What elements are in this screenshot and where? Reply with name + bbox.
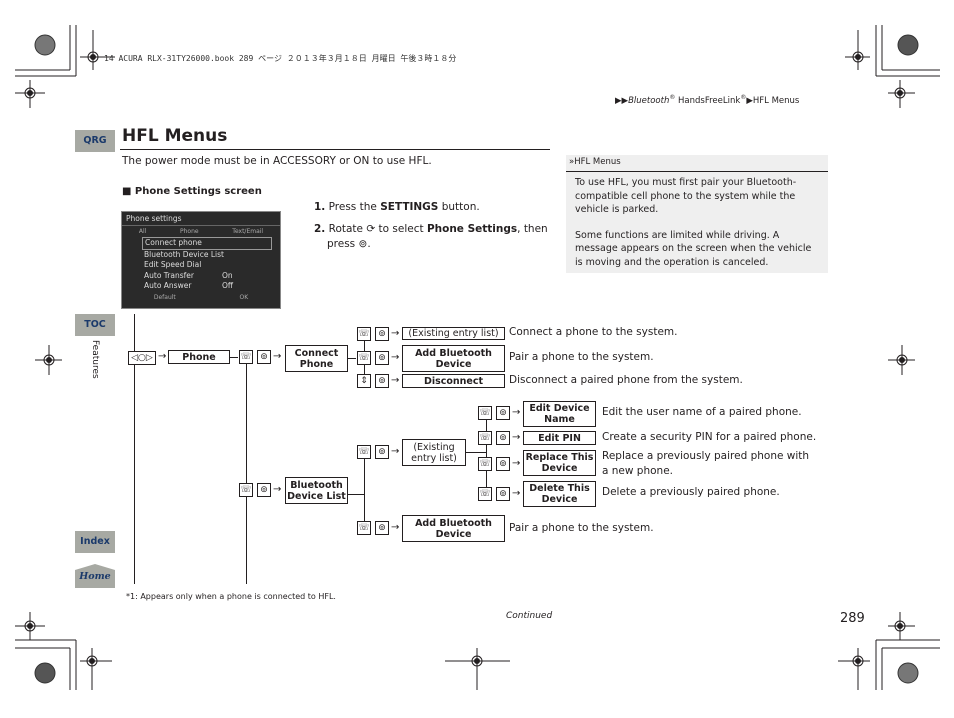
menu-delete-this-device[interactable]: Delete This Device	[523, 481, 596, 507]
desc-delete: Delete a previously paired phone.	[602, 486, 780, 498]
desc-edit-name: Edit the user name of a paired phone.	[602, 406, 802, 418]
connector	[348, 358, 356, 359]
step-2-cont: press ⊚.	[327, 238, 371, 250]
arrow-icon: →	[512, 432, 521, 443]
dial-press-icon: ⊚	[375, 374, 389, 388]
menu-existing-entry-list-2[interactable]: (Existing entry list)	[402, 439, 466, 466]
screen-tab: Text/Email	[232, 228, 264, 235]
breadcrumb: ▶▶Bluetooth® HandsFreeLink®▶HFL Menus	[615, 94, 799, 106]
menu-replace-this-device[interactable]: Replace This Device	[523, 450, 596, 476]
arrow-icon: →	[391, 352, 400, 363]
dial-press-icon: ⊚	[375, 327, 389, 341]
dial-press-icon: ⊚	[496, 431, 510, 445]
section-label: Features	[90, 340, 100, 379]
desc-connect: Connect a phone to the system.	[509, 326, 678, 338]
phone-settings-heading: ■ Phone Settings screen	[122, 186, 262, 197]
menu-connect-phone[interactable]: Connect Phone	[285, 345, 348, 372]
breadcrumb-bluetooth[interactable]: Bluetooth	[628, 96, 669, 106]
note-box: »HFL Menus To use HFL, you must first pa…	[566, 155, 828, 273]
dial-press-icon: ⊚	[375, 521, 389, 535]
breadcrumb-arrows: ▶▶	[615, 95, 629, 106]
dial-press-icon: ⊚	[257, 483, 271, 497]
screen-item: Auto Transfer On	[144, 270, 233, 280]
dial-rotate-icon: ☏	[357, 351, 371, 365]
screen-item: Bluetooth Device List	[144, 249, 224, 259]
arrow-icon: →	[512, 458, 521, 469]
connector	[466, 452, 486, 453]
phone-settings-screenshot: Phone settings All Phone Text/Email Conn…	[121, 211, 281, 309]
screen-tab: Phone	[180, 228, 199, 235]
print-header: 14 ACURA RLX-31TY26000.book 289 ページ ２０１３…	[104, 54, 457, 63]
note-paragraph-2: Some functions are limited while driving…	[575, 229, 812, 268]
screen-tabs: All Phone Text/Email	[122, 226, 280, 237]
interface-dial-rotate-icon: ⟳	[366, 223, 376, 235]
screen-footer: Default OK	[153, 293, 249, 301]
dial-rotate-icon: ☏	[478, 487, 492, 501]
dial-rotate-icon: ☏	[239, 350, 253, 364]
menu-disconnect[interactable]: Disconnect	[402, 374, 505, 388]
dial-press-icon: ⊚	[496, 406, 510, 420]
dial-press-icon: ⊚	[375, 445, 389, 459]
arrow-icon: →	[391, 446, 400, 457]
qrg-tab[interactable]: QRG	[75, 130, 115, 152]
title-divider	[120, 149, 550, 150]
page-number: 289	[840, 611, 865, 626]
menu-existing-entry-list[interactable]: (Existing entry list)	[402, 327, 505, 340]
arrow-icon: →	[158, 351, 167, 362]
note-paragraph-1: To use HFL, you must first pair your Blu…	[575, 177, 797, 215]
arrow-icon: →	[391, 375, 400, 386]
menu-edit-device-name[interactable]: Edit Device Name	[523, 401, 596, 427]
dial-rotate-icon: ☏	[357, 327, 371, 341]
screen-tab: All	[138, 228, 147, 235]
intro-text: The power mode must be in ACCESSORY or O…	[122, 155, 432, 167]
menu-bluetooth-device-list[interactable]: Bluetooth Device List	[285, 477, 348, 504]
connector	[246, 364, 247, 584]
desc-pair: Pair a phone to the system.	[509, 351, 654, 363]
step-2: 2. Rotate ⟳ to select Phone Settings, th…	[314, 223, 548, 235]
screen-item: Auto Answer Off	[144, 281, 234, 290]
interface-dial-move-icon: ◁○▷	[128, 351, 156, 365]
dial-rotate-icon: ☏	[478, 457, 492, 471]
dial-press-icon: ⊚	[257, 350, 271, 364]
dial-rotate-icon: ☏	[478, 406, 492, 420]
desc-edit-pin: Create a security PIN for a paired phone…	[602, 431, 817, 443]
connector	[364, 459, 365, 529]
page-title: HFL Menus	[122, 126, 228, 146]
dial-move-icon: ⇕	[357, 374, 371, 388]
dial-rotate-icon: ☏	[357, 445, 371, 459]
arrow-icon: →	[391, 522, 400, 533]
menu-edit-pin[interactable]: Edit PIN	[523, 431, 596, 445]
toc-tab[interactable]: TOC	[75, 314, 115, 336]
arrow-icon: →	[273, 351, 282, 362]
footnote: *1: Appears only when a phone is connect…	[126, 592, 336, 601]
menu-add-bluetooth-device-2[interactable]: Add Bluetooth Device	[402, 515, 505, 542]
step-1: 1. Press the SETTINGS button.	[314, 201, 480, 213]
continued-label[interactable]: Continued	[506, 611, 552, 621]
dial-rotate-icon: ☏	[357, 521, 371, 535]
arrow-icon: →	[512, 407, 521, 418]
dial-rotate-icon: ☏	[239, 483, 253, 497]
dial-rotate-icon: ☏	[478, 431, 492, 445]
breadcrumb-handsfreelink[interactable]: HandsFreeLink	[675, 96, 740, 106]
connector	[230, 357, 238, 358]
arrow-icon: →	[273, 484, 282, 495]
connector	[348, 494, 364, 495]
screen-item: Connect phone	[142, 237, 272, 250]
note-heading: »HFL Menus	[566, 155, 828, 172]
interface-dial-press-icon: ⊚	[358, 238, 368, 250]
dial-press-icon: ⊚	[496, 487, 510, 501]
arrow-icon: →	[391, 328, 400, 339]
index-tab[interactable]: Index	[75, 531, 115, 553]
menu-add-bluetooth-device[interactable]: Add Bluetooth Device	[402, 345, 505, 372]
dial-press-icon: ⊚	[496, 457, 510, 471]
desc-replace: Replace a previously paired phone with a…	[602, 450, 810, 477]
desc-disconnect: Disconnect a paired phone from the syste…	[509, 374, 743, 386]
screen-item: Edit Speed Dial	[144, 260, 202, 269]
menu-phone[interactable]: Phone	[168, 350, 230, 364]
breadcrumb-hfl-menus[interactable]: HFL Menus	[753, 96, 799, 106]
dial-press-icon: ⊚	[375, 351, 389, 365]
arrow-icon: →	[512, 488, 521, 499]
screen-title: Phone settings	[122, 212, 280, 226]
desc-pair-2: Pair a phone to the system.	[509, 522, 654, 534]
